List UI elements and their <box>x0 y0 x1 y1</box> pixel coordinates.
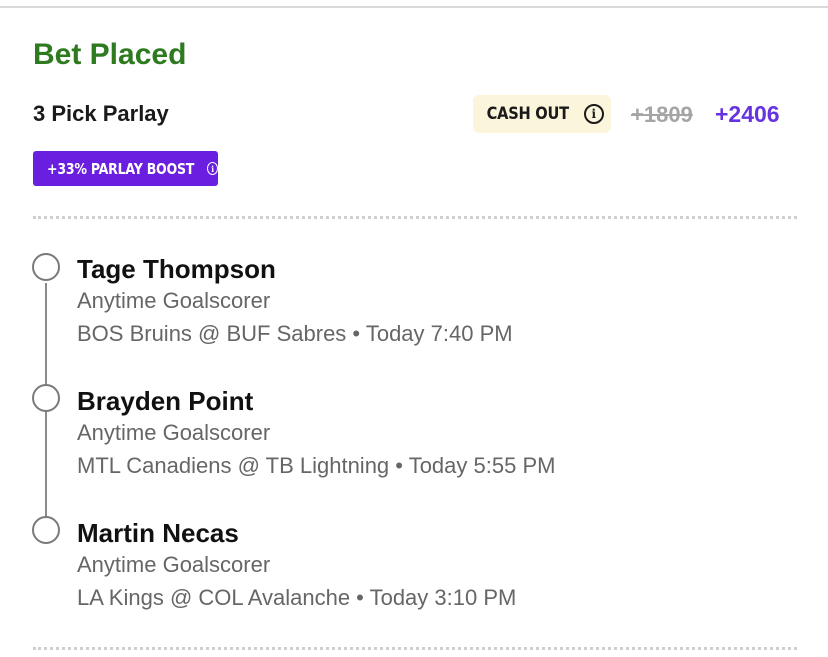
empty-circle-icon <box>32 253 60 281</box>
leg-game-info: BOS Bruins @ BUF Sabres • Today 7:40 PM <box>77 321 513 346</box>
cash-out-label: CASH OUT <box>486 104 570 124</box>
cash-out-button[interactable]: CASH OUT i <box>473 95 611 133</box>
boosted-odds: +2406 <box>715 101 780 127</box>
leg-player-name: Martin Necas <box>77 518 239 548</box>
empty-circle-icon <box>32 516 60 544</box>
leg-game-info: LA Kings @ COL Avalanche • Today 3:10 PM <box>77 585 517 610</box>
info-icon: i <box>207 162 218 175</box>
original-odds: +1809 <box>631 102 693 127</box>
bet-type-label: 3 Pick Parlay <box>33 101 169 126</box>
leg-player-name: Tage Thompson <box>77 254 276 284</box>
parlay-boost-badge[interactable]: +33% PARLAY BOOST i <box>33 151 218 186</box>
leg-player-name: Brayden Point <box>77 386 254 416</box>
top-divider <box>0 6 828 8</box>
leg-market: Anytime Goalscorer <box>77 552 271 577</box>
parlay-boost-label: +33% PARLAY BOOST <box>47 159 195 178</box>
section-divider <box>33 647 797 650</box>
section-divider <box>33 216 797 219</box>
info-icon[interactable]: i <box>583 104 604 124</box>
bet-status-title: Bet Placed <box>33 38 187 71</box>
leg-market: Anytime Goalscorer <box>77 288 271 313</box>
leg-market: Anytime Goalscorer <box>77 420 271 445</box>
leg-game-info: MTL Canadiens @ TB Lightning • Today 5:5… <box>77 453 556 478</box>
empty-circle-icon <box>32 384 60 412</box>
